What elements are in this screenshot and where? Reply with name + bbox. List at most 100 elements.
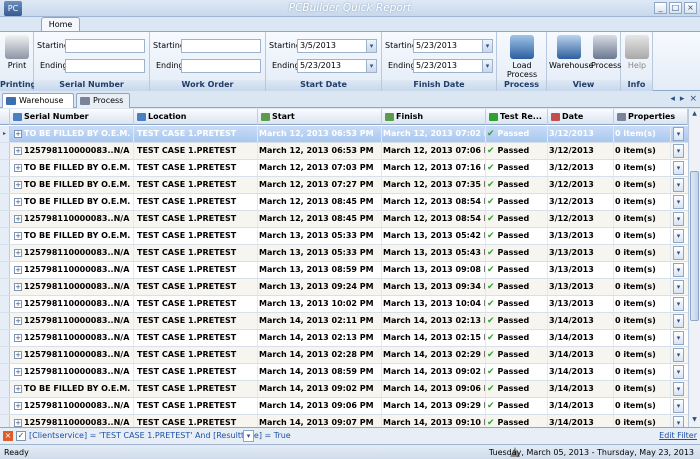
column-serial-number[interactable]: Serial Number — [10, 109, 134, 125]
startdate-start-input[interactable]: 3/5/2013 ▾ — [297, 39, 377, 53]
expand-row-icon[interactable]: + — [14, 317, 22, 325]
help-button[interactable]: Help — [623, 35, 651, 70]
expand-row-icon[interactable]: + — [14, 215, 22, 223]
row-indicator[interactable] — [0, 245, 10, 261]
expand-row-icon[interactable]: + — [14, 181, 22, 189]
row-indicator[interactable] — [0, 262, 10, 278]
table-row[interactable]: +125798110000083..N/A TEST CASE 1.PRETEST… — [0, 262, 688, 279]
tab-next-button[interactable]: ▸ — [680, 94, 685, 104]
row-indicator[interactable] — [0, 364, 10, 380]
table-row[interactable]: + TO BE FILLED BY O.E.M. TEST CASE 1.PRETE… — [0, 160, 688, 177]
table-row[interactable]: +125798110000083..N/A TEST CASE 1.PRETEST… — [0, 347, 688, 364]
column-properties[interactable]: Properties — [614, 109, 688, 125]
serial-start-input[interactable] — [65, 39, 145, 53]
table-row[interactable]: + TO BE FILLED BY O.E.M. TEST CASE 1.PRETE… — [0, 194, 688, 211]
column-finish[interactable]: Finish — [382, 109, 486, 125]
tab-warehouse[interactable]: Warehouse — [2, 93, 74, 108]
table-row[interactable]: ▸ + TO BE FILLED BY O.E.M. TEST CASE 1.PRET… — [0, 126, 688, 143]
clear-filter-icon[interactable]: × — [3, 431, 13, 441]
column-start[interactable]: Start — [258, 109, 382, 125]
close-button[interactable]: × — [684, 2, 697, 14]
properties-dropdown[interactable]: ▾ — [673, 178, 684, 192]
expand-row-icon[interactable]: + — [14, 130, 22, 138]
print-button[interactable]: Print — [3, 35, 31, 70]
properties-dropdown[interactable]: ▾ — [673, 144, 684, 158]
load-process-button[interactable]: Load Process — [498, 35, 546, 79]
expand-row-icon[interactable]: + — [14, 368, 22, 376]
table-row[interactable]: + TO BE FILLED BY O.E.M. TEST CASE 1.PRETE… — [0, 228, 688, 245]
row-indicator[interactable] — [0, 330, 10, 346]
table-row[interactable]: + TO BE FILLED BY O.E.M. TEST CASE 1.PRETE… — [0, 177, 688, 194]
row-indicator[interactable] — [0, 194, 10, 210]
properties-dropdown[interactable]: ▾ — [673, 195, 684, 209]
properties-dropdown[interactable]: ▾ — [673, 263, 684, 277]
properties-dropdown[interactable]: ▾ — [673, 297, 684, 311]
vertical-scrollbar[interactable]: ▲ ▼ — [688, 109, 700, 427]
table-row[interactable]: +125798110000083..N/A TEST CASE 1.PRETEST… — [0, 313, 688, 330]
properties-dropdown[interactable]: ▾ — [673, 314, 684, 328]
maximize-button[interactable]: □ — [669, 2, 682, 14]
tab-home[interactable]: Home — [41, 17, 80, 32]
table-row[interactable]: +125798110000083..N/A TEST CASE 1.PRETEST… — [0, 398, 688, 415]
table-row[interactable]: +125798110000083..N/A TEST CASE 1.PRETEST… — [0, 279, 688, 296]
row-indicator[interactable]: ▸ — [0, 126, 10, 142]
expand-row-icon[interactable]: + — [14, 164, 22, 172]
tab-close-button[interactable]: × — [689, 94, 697, 104]
expand-row-icon[interactable]: + — [14, 419, 22, 427]
expand-row-icon[interactable]: + — [14, 351, 22, 359]
expand-row-icon[interactable]: + — [14, 385, 22, 393]
column-test-result[interactable]: Test Re... — [486, 109, 548, 125]
tab-prev-button[interactable]: ◂ — [670, 94, 675, 104]
expand-row-icon[interactable]: + — [14, 283, 22, 291]
finishdate-end-input[interactable]: 5/23/2013 ▾ — [413, 59, 493, 73]
warehouse-button[interactable]: Warehouse — [549, 35, 593, 70]
startdate-end-input[interactable]: 5/23/2013 ▾ — [297, 59, 377, 73]
expand-row-icon[interactable]: + — [14, 402, 22, 410]
scroll-thumb[interactable] — [690, 171, 699, 321]
edit-filter-link[interactable]: Edit Filter — [659, 431, 697, 440]
row-indicator[interactable] — [0, 313, 10, 329]
row-indicator[interactable] — [0, 415, 10, 427]
table-row[interactable]: +125798110000083..N/A TEST CASE 1.PRETEST… — [0, 211, 688, 228]
filter-history-dropdown[interactable]: ▾ — [243, 430, 254, 442]
properties-dropdown[interactable]: ▾ — [673, 365, 684, 379]
row-indicator[interactable] — [0, 160, 10, 176]
table-row[interactable]: +125798110000083..N/A TEST CASE 1.PRETEST… — [0, 245, 688, 262]
expand-row-icon[interactable]: + — [14, 334, 22, 342]
expand-row-icon[interactable]: + — [14, 232, 22, 240]
properties-dropdown[interactable]: ▾ — [673, 212, 684, 226]
properties-dropdown[interactable]: ▾ — [673, 416, 684, 427]
expand-row-icon[interactable]: + — [14, 249, 22, 257]
properties-dropdown[interactable]: ▾ — [673, 246, 684, 260]
chevron-down-icon[interactable]: ▾ — [366, 40, 376, 52]
expand-row-icon[interactable]: + — [14, 266, 22, 274]
process-button[interactable]: Process — [591, 35, 621, 70]
column-date[interactable]: Date — [548, 109, 614, 125]
tab-process[interactable]: Process — [76, 93, 130, 108]
table-row[interactable]: +125798110000083..N/A TEST CASE 1.PRETEST… — [0, 296, 688, 313]
chevron-down-icon[interactable]: ▾ — [482, 40, 492, 52]
properties-dropdown[interactable]: ▾ — [673, 280, 684, 294]
row-indicator[interactable] — [0, 279, 10, 295]
row-indicator[interactable] — [0, 228, 10, 244]
table-row[interactable]: +125798110000083..N/A TEST CASE 1.PRETEST… — [0, 415, 688, 427]
row-indicator[interactable] — [0, 143, 10, 159]
properties-dropdown[interactable]: ▾ — [673, 127, 684, 141]
workorder-end-input[interactable] — [181, 59, 261, 73]
properties-dropdown[interactable]: ▾ — [673, 348, 684, 362]
workorder-start-input[interactable] — [181, 39, 261, 53]
row-indicator[interactable] — [0, 296, 10, 312]
row-indicator[interactable] — [0, 347, 10, 363]
chevron-down-icon[interactable]: ▾ — [482, 60, 492, 72]
row-indicator[interactable] — [0, 398, 10, 414]
scroll-down-icon[interactable]: ▼ — [690, 416, 699, 426]
expand-row-icon[interactable]: + — [14, 198, 22, 206]
scroll-up-icon[interactable]: ▲ — [690, 110, 699, 120]
properties-dropdown[interactable]: ▾ — [673, 161, 684, 175]
table-row[interactable]: + TO BE FILLED BY O.E.M. TEST CASE 1.PRETE… — [0, 381, 688, 398]
properties-dropdown[interactable]: ▾ — [673, 399, 684, 413]
table-row[interactable]: +125798110000083..N/A TEST CASE 1.PRETEST… — [0, 143, 688, 160]
finishdate-start-input[interactable]: 5/23/2013 ▾ — [413, 39, 493, 53]
column-location[interactable]: Location — [134, 109, 258, 125]
filter-enabled-checkbox[interactable]: ✓ — [16, 431, 26, 441]
